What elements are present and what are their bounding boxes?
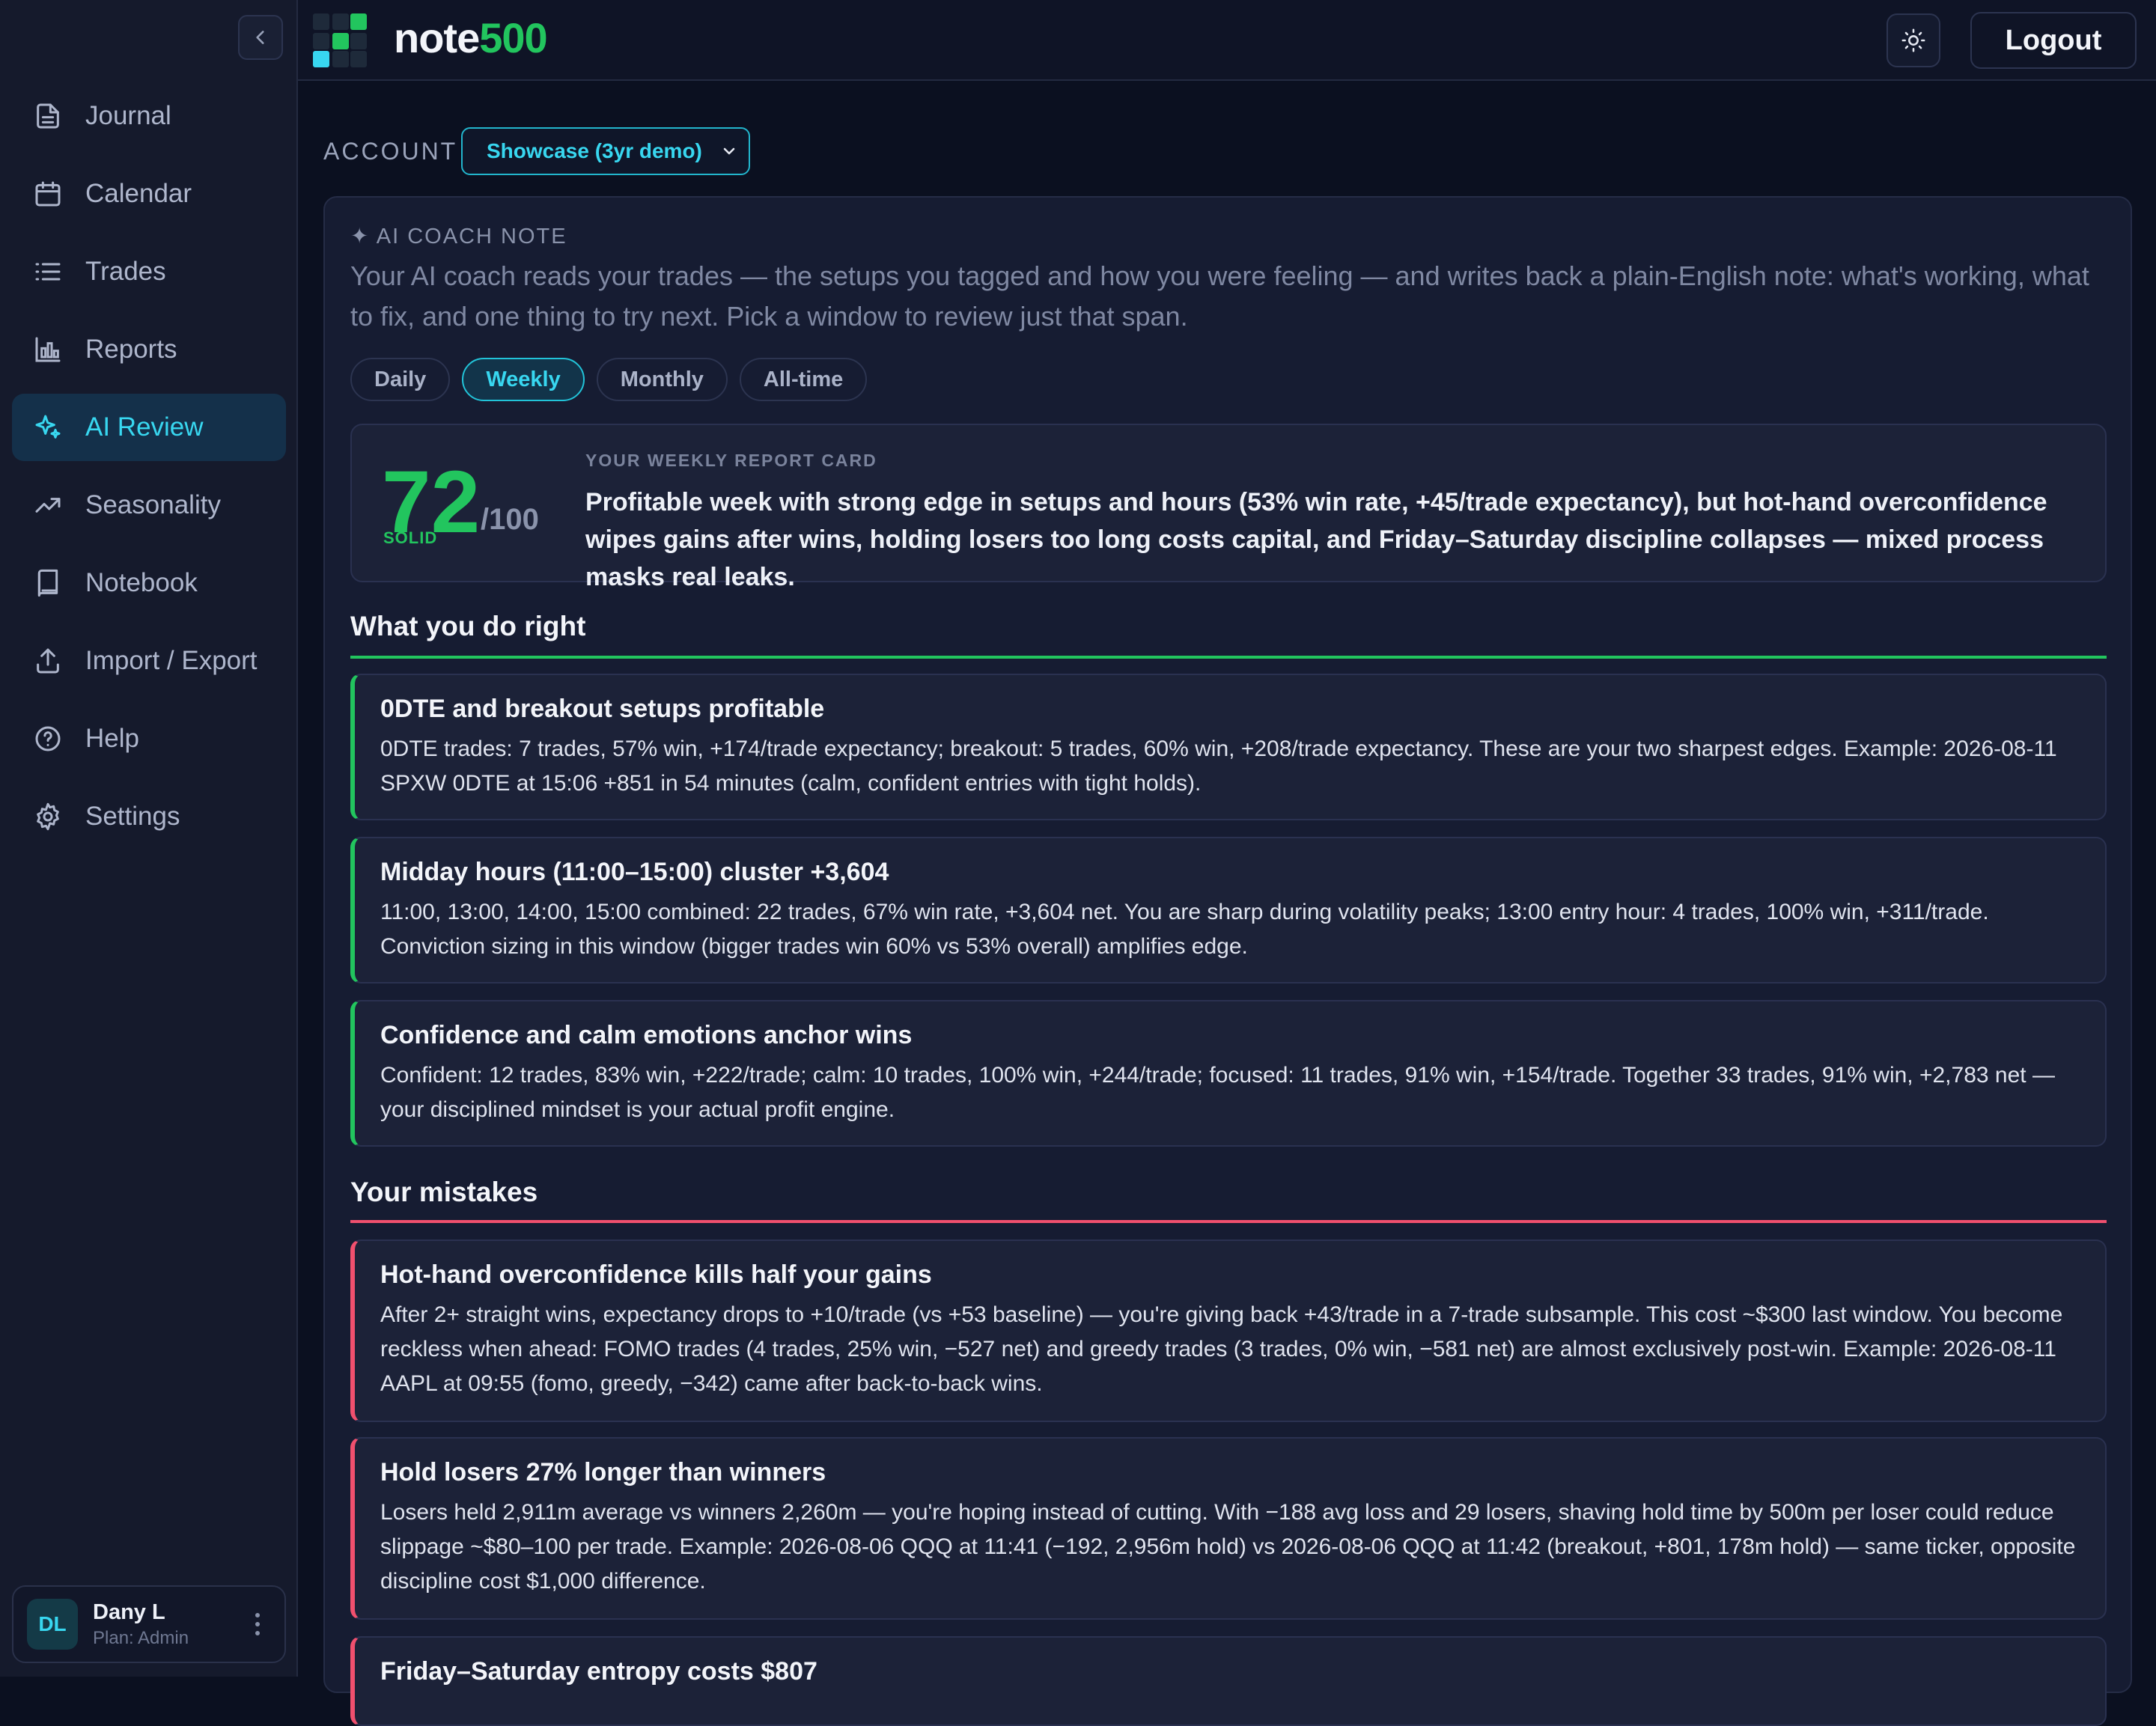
account-label: ACCOUNT [323,138,458,165]
tab-weekly[interactable]: Weekly [462,358,585,401]
item-title: Confidence and calm emotions anchor wins [380,1021,913,1049]
help-circle-icon [35,726,61,751]
sidebar-item-label: Calendar [85,179,192,208]
logout-button[interactable]: Logout [1970,12,2137,69]
coach-label: ✦ AI COACH NOTE [350,225,567,248]
sidebar-nav: Journal Calendar Trades Reports AI Revie… [12,82,286,861]
sidebar-item-label: Seasonality [85,490,221,519]
user-card[interactable]: DL Dany L Plan: Admin [12,1585,286,1663]
report-card-summary: Profitable week with strong edge in setu… [585,488,2047,591]
logo-icon [313,13,367,67]
sidebar-item-reports[interactable]: Reports [12,316,286,383]
score-max: /100 [481,503,539,536]
item-body: After 2+ straight wins, expectancy drops… [380,1302,2063,1396]
trending-up-icon [35,498,61,513]
sidebar-item-import-export[interactable]: Import / Export [12,627,286,695]
right-item: Midday hours (11:00–15:00) cluster +3,60… [350,837,2107,984]
sidebar-item-label: Trades [85,257,166,286]
score-grade: SOLID [383,528,438,547]
sidebar-item-label: Reports [85,335,177,364]
user-menu-button[interactable] [244,1602,271,1647]
item-title: Hot‑hand overconfidence kills half your … [380,1260,932,1289]
sidebar-item-journal[interactable]: Journal [12,82,286,150]
report-card: 72 /100 SOLID YOUR WEEKLY REPORT CARD Pr… [350,424,2107,591]
sidebar-item-help[interactable]: Help [12,705,286,772]
item-body: 0DTE trades: 7 trades, 57% win, +174/tra… [380,737,2057,796]
chevron-down-icon [723,147,735,155]
list-icon [35,263,61,281]
sidebar-item-settings[interactable]: Settings [12,783,286,850]
section-divider-mistakes [350,1220,2107,1223]
brand-name-part2: 500 [479,14,547,61]
mistake-item: Hold losers 27% longer than winners Lose… [350,1437,2107,1620]
account-select[interactable]: Showcase (3yr demo) [461,127,750,175]
top-bar: note500 Logout [298,0,2156,81]
account-select-value: Showcase (3yr demo) [487,139,702,162]
avatar: DL [27,1599,78,1650]
sidebar-item-calendar[interactable]: Calendar [12,160,286,228]
sidebar-item-seasonality[interactable]: Seasonality [12,472,286,539]
coach-description: Your AI coach reads your trades — the se… [350,260,2089,332]
item-title: Friday–Saturday entropy costs $807 [380,1657,817,1686]
calendar-icon [35,181,61,207]
tab-all-time[interactable]: All-time [739,358,868,401]
item-title: 0DTE and breakout setups profitable [380,695,825,723]
sidebar-item-label: Import / Export [85,646,258,675]
sidebar-item-ai-review[interactable]: AI Review [12,394,286,461]
item-body: 11:00, 13:00, 14:00, 15:00 combined: 22 … [380,900,1989,959]
sparkles-icon [35,415,61,439]
section-title-mistakes: Your mistakes [350,1177,538,1207]
user-plan: Plan: Admin [93,1627,189,1648]
chevron-left-icon [256,31,264,44]
sidebar-item-label: Help [85,724,139,753]
item-body: Losers held 2,911m average vs winners 2,… [380,1500,2076,1594]
app-root: Journal Calendar Trades Reports AI Revie… [0,0,2156,1726]
sidebar-item-notebook[interactable]: Notebook [12,549,286,617]
item-title: Hold losers 27% longer than winners [380,1458,826,1486]
user-name: Dany L [93,1600,165,1624]
sidebar: Journal Calendar Trades Reports AI Revie… [0,0,298,1677]
sidebar-item-label: Settings [85,802,180,831]
section-divider-right [350,656,2107,659]
item-title: Midday hours (11:00–15:00) cluster +3,60… [380,858,889,886]
brand-name: note500 [394,13,548,62]
book-icon [37,569,58,597]
user-info: Dany L Plan: Admin [93,1600,244,1649]
right-item: 0DTE and breakout setups profitable 0DTE… [350,674,2107,820]
tab-daily[interactable]: Daily [350,358,451,401]
sun-icon [1901,28,1925,52]
brand-name-part1: note [394,14,480,61]
ai-coach-panel: ✦ AI COACH NOTE Your AI coach reads your… [323,196,2132,1726]
sidebar-item-label: Journal [85,101,171,130]
window-tabs: Daily Weekly Monthly All-time [350,358,879,401]
right-item: Confidence and calm emotions anchor wins… [350,1000,2107,1147]
mistake-item: Hot‑hand overconfidence kills half your … [350,1239,2107,1422]
item-body: Confident: 12 trades, 83% win, +222/trad… [380,1063,2055,1122]
sidebar-item-trades[interactable]: Trades [12,238,286,305]
collapse-sidebar-button[interactable] [238,15,283,60]
bar-chart-icon [35,337,61,362]
report-card-label: YOUR WEEKLY REPORT CARD [585,451,877,470]
more-vertical-icon [255,1613,260,1635]
section-title-right: What you do right [350,611,586,641]
tab-monthly[interactable]: Monthly [596,358,728,401]
theme-toggle-button[interactable] [1886,13,1940,67]
sidebar-item-label: AI Review [85,412,204,442]
upload-icon [37,648,59,674]
file-text-icon [37,103,59,129]
sidebar-item-label: Notebook [85,568,198,597]
gear-icon [37,802,59,831]
mistake-item: Friday–Saturday entropy costs $807 [350,1636,2107,1726]
